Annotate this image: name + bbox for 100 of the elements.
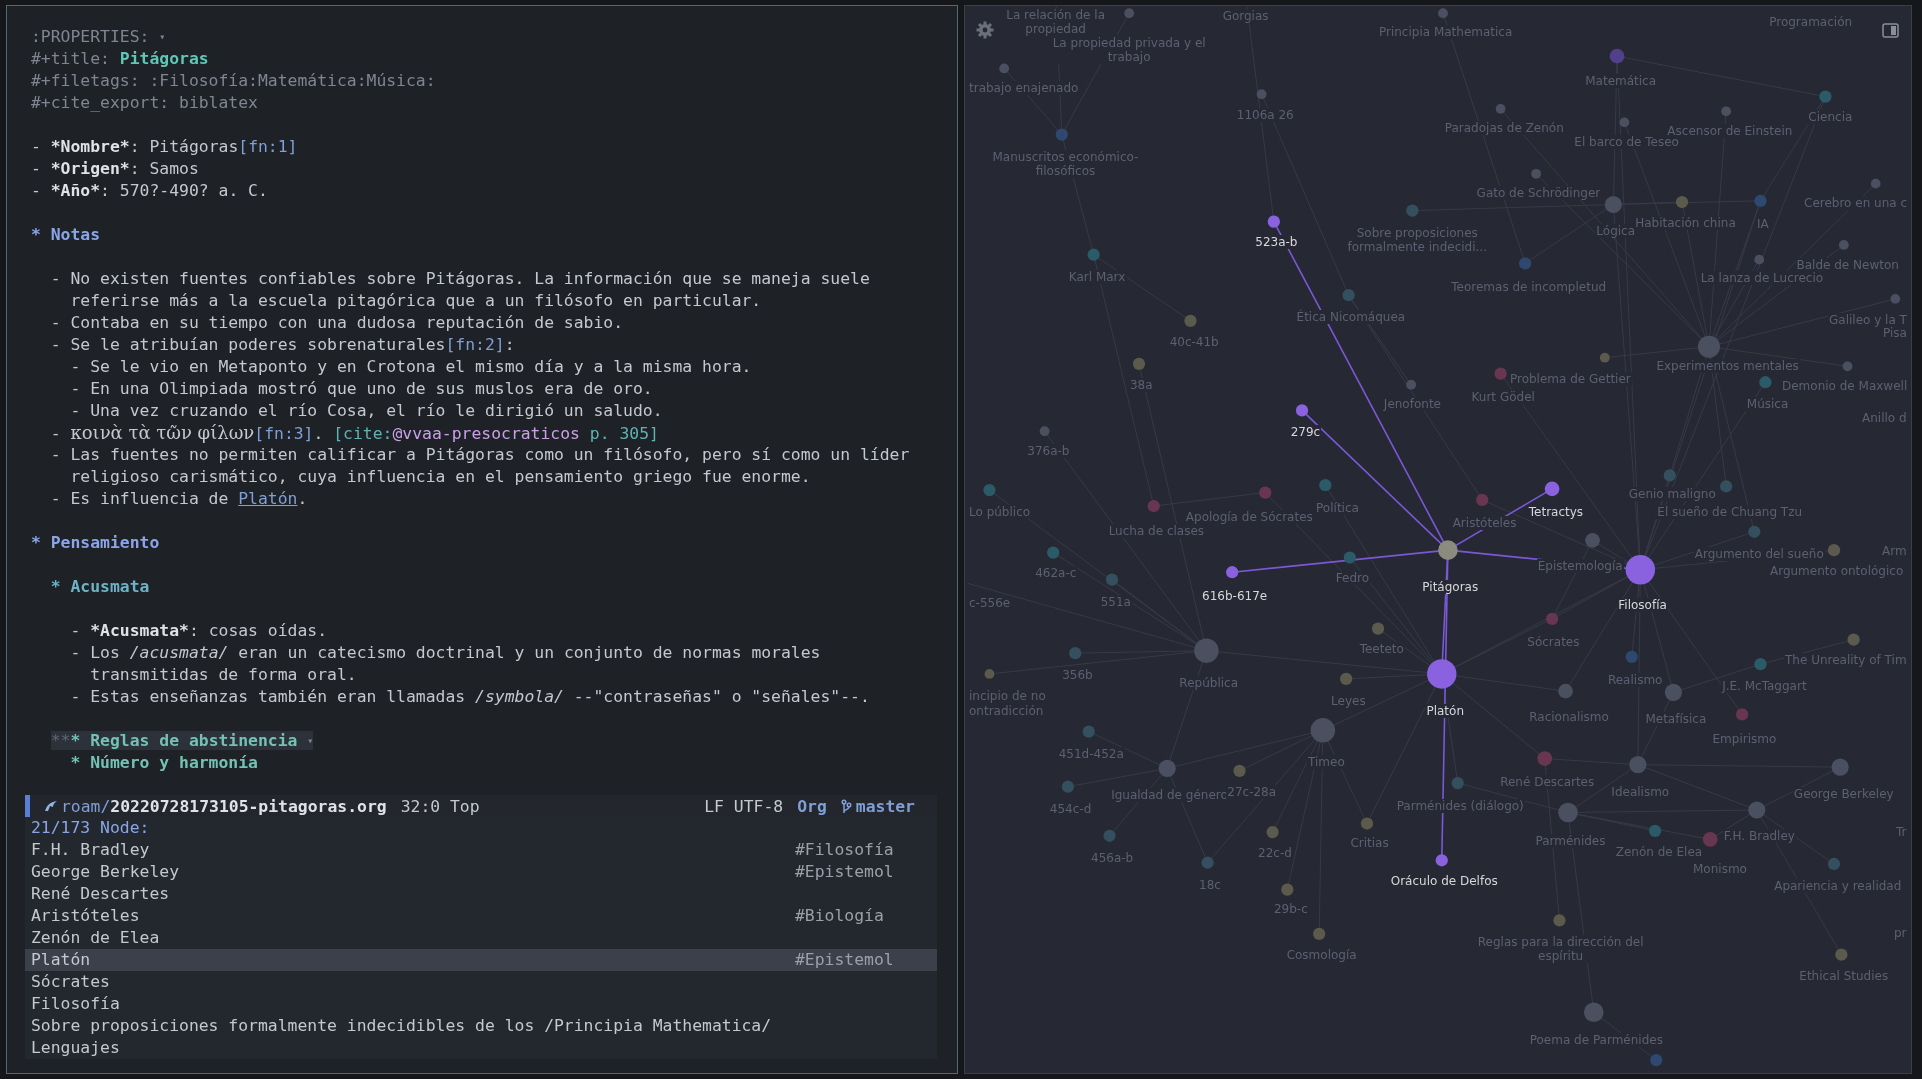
node-label: c-556e — [968, 595, 1012, 610]
node-label: Galileo y la T — [1828, 312, 1908, 327]
node-label: Teoremas de incompletud — [1450, 279, 1608, 294]
file-path: roam/20220728173105-pitagoras.org — [61, 796, 387, 816]
node-label: Lo público — [968, 505, 1032, 520]
node-label: The Unreality of Tim — [1784, 653, 1908, 668]
completion-item[interactable]: Filosofía — [25, 993, 937, 1015]
code-line: - Una vez cruzando el río Cosa, el río le dirigió un saludo. — [69, 400, 664, 422]
code-line: - κοινὰ τὰ τῶν φίλων[fn:3]. [cite:@vvaa-presocraticos p. 305] — [49, 422, 660, 444]
code-line: referirse más a la escuela pitagórica que a un filósofo en particular. — [69, 290, 763, 312]
node-label: Timeo — [1307, 755, 1346, 770]
completion-item[interactable]: Zenón de Elea — [25, 927, 937, 949]
node-label: Metafísica — [1644, 712, 1708, 727]
code-line: - Se le vio en Metaponto y en Crotona el mismo día y a la misma hora. — [69, 356, 753, 378]
cursor-position: 32:0 Top — [400, 796, 480, 816]
completion-item[interactable]: Lenguajes — [25, 1037, 937, 1059]
node-label: 18c — [1198, 877, 1222, 892]
node-label: Ética Nicomáquea — [1295, 310, 1407, 325]
code-line: - *Año*: 570?-490? a. C. — [31, 180, 269, 202]
code-line: - *Nombre*: Pitágoras[fn:1] — [31, 136, 299, 158]
node-label: 40c-41b — [1168, 334, 1220, 349]
completion-item[interactable]: Sócrates — [25, 971, 937, 993]
node-label: Idealismo — [1610, 784, 1671, 799]
node-label: 456a-b — [1090, 850, 1135, 865]
minibuffer-prompt: 21/173 Node: — [30, 817, 150, 839]
node-label: Argumento ontológico — [1768, 564, 1905, 578]
code-line: :PROPERTIES: $^{▾}$ — [31, 26, 167, 48]
code-line: - No existen fuentes confiables sobre Pitágoras. La información que se maneja suele — [49, 268, 871, 290]
node-label: Igualdad de género — [1110, 788, 1229, 803]
node-label: Apología de Sócrates — [1184, 510, 1314, 525]
code-line: - *Origen*: Samos — [31, 158, 200, 180]
heading: * Notas — [31, 224, 102, 246]
code-line: - Es influencia de Platón. — [49, 488, 309, 510]
node-label: Principia Mathematica — [1377, 24, 1514, 39]
node-label: F.H. Bradley — [1722, 828, 1796, 843]
node-label: El barco de Teseo — [1573, 134, 1680, 149]
completion-item[interactable]: Aristóteles #Biología — [25, 905, 937, 927]
code-line: - Estas enseñanzas también eran llamadas /symbola/ --"contraseñas" o "señales"--. — [69, 686, 871, 708]
node-label: Música — [1745, 397, 1790, 412]
node-label: La lanza de Lucrecio — [1699, 271, 1825, 285]
node-label: Gato de Schrödinger — [1475, 186, 1602, 201]
node-label: George Berkeley — [1792, 787, 1895, 802]
code-line: - Los /acusmata/ eran un catecismo doctrinal y un conjunto de normas morales — [69, 642, 822, 664]
node-label: Empirismo — [1711, 731, 1778, 746]
node-label: Lógica — [1595, 224, 1637, 239]
node-label: Karl Marx — [1067, 269, 1127, 284]
completion-item[interactable]: Platón #Epistemol — [25, 949, 937, 971]
node-label: Monismo — [1692, 861, 1748, 876]
node-label: 22c-d — [1257, 845, 1293, 860]
node-label: 551a — [1099, 594, 1132, 609]
node-label: Platón — [1425, 703, 1465, 718]
code-line: - *Acusmata*: cosas oídas. — [69, 620, 329, 642]
node-label: Cerebro en una c — [1803, 196, 1909, 211]
node-label: J.E. McTaggart — [1721, 679, 1808, 694]
encoding-label: LF UTF-8 — [704, 796, 784, 816]
node-label: Ascensor de Einstein — [1666, 123, 1794, 138]
node-label: República — [1178, 675, 1239, 690]
code-line: #+filetags: :Filosofía:Matemática:Música: — [31, 70, 437, 92]
completion-item[interactable]: René Descartes — [25, 883, 937, 905]
link[interactable]: Platón — [238, 489, 298, 508]
node-label: Balde de Newton — [1795, 257, 1900, 272]
node-label: Programación — [1768, 14, 1854, 29]
node-label: Argumento del sueño — [1693, 546, 1825, 561]
node-label: 523a-b — [1254, 235, 1299, 250]
node-label: 27c-28a — [1226, 784, 1278, 799]
node-label: Fedro — [1334, 571, 1371, 586]
node-label: Kurt Gödel — [1470, 389, 1536, 404]
node-label: Zenón de Elea — [1614, 844, 1704, 859]
node-label: 38a — [1128, 377, 1154, 392]
node-label: Experimentos mentales — [1655, 359, 1800, 374]
node-label: Problema de Gettier — [1508, 371, 1632, 386]
git-branch: master — [855, 796, 915, 816]
node-label: Pitágoras — [1421, 579, 1480, 594]
node-label: Ciencia — [1807, 110, 1854, 125]
completion-item[interactable]: Sobre proposiciones formalmente indecidibles de los /Principia Mathematica/ — [25, 1015, 937, 1037]
heading: *** Reglas de abstinencia $^{▾}$ — [49, 730, 315, 752]
completion-item[interactable]: George Berkeley #Epistemol — [25, 861, 937, 883]
heading: * Pensamiento — [31, 532, 161, 554]
node-label: Política — [1315, 501, 1360, 516]
node-label: Apariencia y realidad — [1773, 879, 1903, 893]
node-label: Demonio de Maxwell — [1781, 378, 1909, 393]
node-label: Ethical Studies — [1798, 968, 1890, 983]
node-label: Filosofía — [1617, 598, 1668, 613]
code-line: transmitidas de forma oral. — [89, 664, 358, 686]
node-label: Jenofonte — [1382, 397, 1442, 412]
node-label: Epistemología — [1536, 559, 1624, 574]
node-label: 616b-617e — [1201, 588, 1269, 603]
node-label: Racionalismo — [1528, 709, 1610, 724]
node-label: Lucha de clases — [1107, 523, 1206, 538]
node-label: 376a-b — [1026, 443, 1071, 458]
heading: * Acusmata — [49, 576, 151, 598]
node-label: Parménides — [1534, 833, 1607, 848]
node-label: Anillo d — [1861, 410, 1908, 425]
node-label: René Descartes — [1499, 774, 1596, 789]
node-label: Poema de Parménides — [1528, 1033, 1664, 1048]
code-line: - Se le atribuían poderes sobrenaturales[fn:2]: — [49, 334, 516, 356]
node-label: trabajo enajenado — [968, 81, 1080, 96]
completion-item[interactable]: F.H. Bradley #Filosofía — [25, 839, 937, 861]
node-label: Aristóteles — [1451, 516, 1518, 531]
major-mode: Org — [797, 796, 827, 816]
